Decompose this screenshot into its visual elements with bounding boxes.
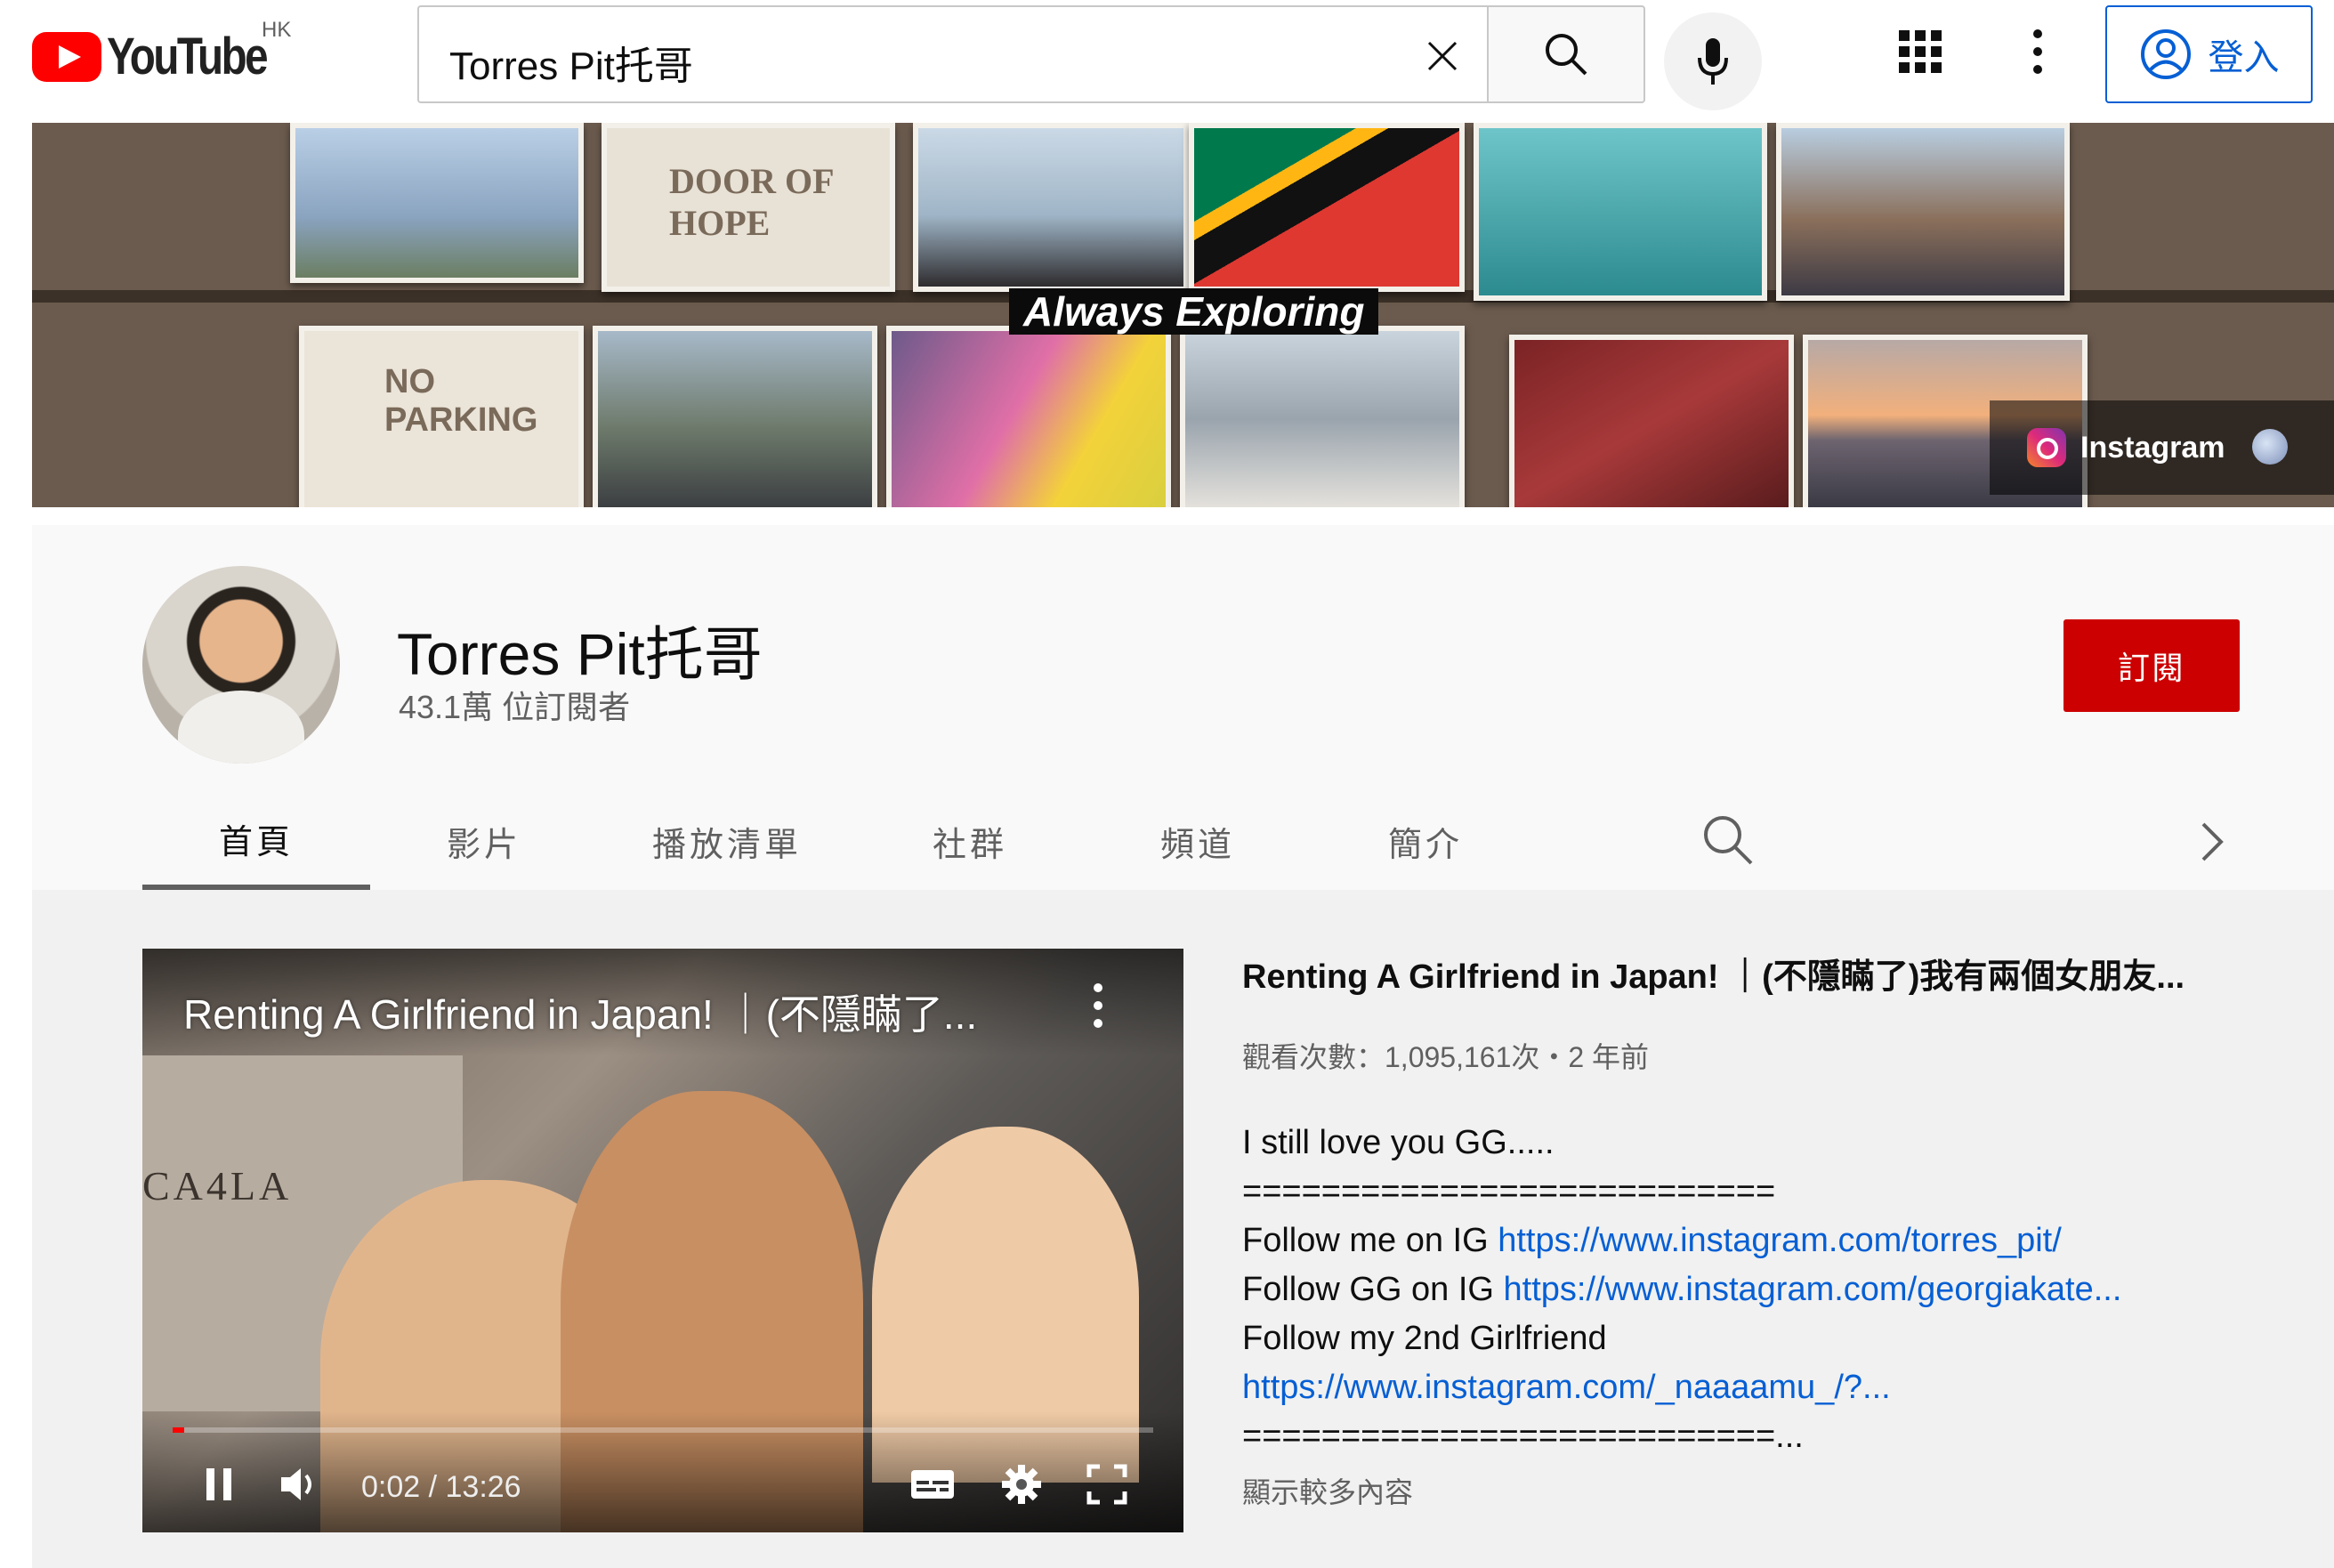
desc-line: Follow me on IG https://www.instagram.co…	[1242, 1216, 2274, 1265]
sign-in-label: 登入	[2208, 38, 2280, 77]
masthead: YouTube HK Torres Pit托哥 登入	[0, 0, 2334, 123]
tab-home[interactable]: 首頁	[142, 792, 370, 890]
desc-separator: ===========================...	[1242, 1418, 1804, 1455]
desc-text: Follow GG on IG	[1242, 1271, 1504, 1308]
tab-community[interactable]: 社群	[856, 792, 1084, 890]
channel-avatar[interactable]	[142, 566, 340, 764]
channel-tabs: 首頁 影片 播放清單 社群 頻道 簡介	[142, 792, 2278, 890]
captions-icon[interactable]	[908, 1459, 957, 1509]
banner-photo	[1189, 123, 1465, 292]
progress-bar[interactable]	[173, 1427, 1153, 1433]
chevron-right-icon[interactable]	[2189, 817, 2233, 867]
desc-line: I still love you GG.....	[1242, 1124, 1555, 1161]
banner-photo: DOOR OF HOPE	[602, 123, 895, 292]
time-display: 0:02 / 13:26	[361, 1470, 521, 1504]
banner-photo	[593, 326, 877, 507]
channel-name: Torres Pit托哥	[397, 621, 763, 687]
show-more-button[interactable]: 顯示較多內容	[1242, 1470, 2274, 1511]
search-input[interactable]: Torres Pit托哥	[417, 5, 1488, 103]
instagram-link[interactable]: Instagram	[1990, 400, 2334, 495]
mic-icon	[1698, 38, 1728, 85]
player-title[interactable]: Renting A Girlfriend in Japan! ｜(不隱瞞了...	[183, 982, 977, 1041]
search-icon	[1546, 34, 1587, 76]
banner-photo	[913, 123, 1189, 292]
banner-photo-text: DOOR OF HOPE	[669, 161, 834, 243]
instagram-link-label: Instagram	[2080, 430, 2225, 465]
voice-search-button[interactable]	[1664, 12, 1762, 110]
search-button[interactable]	[1487, 5, 1645, 103]
video-info: Renting A Girlfriend in Japan! ｜(不隱瞞了)我有…	[1242, 949, 2274, 1511]
more-vert-icon[interactable]	[2020, 25, 2055, 78]
banner-photo	[1474, 123, 1767, 301]
banner-photo	[1509, 335, 1794, 507]
banner-photo-text: NO PARKING	[384, 363, 538, 439]
featured-section: CA4LA Renting A Girlfriend in Japan! ｜(不…	[32, 890, 2334, 1568]
video-title[interactable]: Renting A Girlfriend in Japan! ｜(不隱瞞了)我有…	[1242, 949, 2274, 998]
desc-link[interactable]: https://www.instagram.com/georgiakate...	[1504, 1271, 2122, 1308]
volume-icon[interactable]	[278, 1459, 320, 1509]
logo-text: YouTube	[107, 28, 269, 85]
search-value: Torres Pit托哥	[449, 44, 693, 88]
desc-line: https://www.instagram.com/_naaaamu_/?...	[1242, 1363, 2274, 1412]
video-meta: 觀看次數：1,095,161次・2 年前	[1242, 1041, 1650, 1073]
channel-search-icon[interactable]	[1698, 810, 1760, 872]
fullscreen-icon[interactable]	[1082, 1459, 1132, 1509]
channel-header: Torres Pit托哥 43.1萬 位訂閱者 訂閱 首頁 影片 播放清單 社群…	[32, 525, 2334, 890]
banner-photo	[1776, 123, 2070, 301]
tab-videos[interactable]: 影片	[370, 792, 598, 890]
desc-link[interactable]: https://www.instagram.com/_naaaamu_/?...	[1242, 1369, 1891, 1406]
clear-icon[interactable]	[1420, 34, 1465, 78]
subscriber-count: 43.1萬 位訂閱者	[399, 689, 631, 725]
sign-in-button[interactable]: 登入	[2105, 5, 2313, 103]
video-player[interactable]: CA4LA Renting A Girlfriend in Japan! ｜(不…	[142, 949, 1183, 1532]
desc-separator: ===========================	[1242, 1173, 1776, 1210]
instagram-icon	[2027, 428, 2066, 467]
banner-photo	[1180, 326, 1465, 507]
settings-icon[interactable]	[997, 1459, 1046, 1509]
more-vert-icon[interactable]	[1089, 979, 1107, 1032]
tab-channels[interactable]: 頻道	[1084, 792, 1312, 890]
account-icon	[2140, 29, 2191, 79]
desc-line: Follow my 2nd Girlfriend	[1242, 1320, 1607, 1357]
banner-tagline: Always Exploring	[1009, 288, 1379, 335]
store-sign: CA4LA	[142, 1163, 293, 1208]
apps-grid-icon[interactable]	[1895, 27, 1945, 77]
banner-photo: NO PARKING	[299, 326, 584, 507]
region-code: HK	[262, 18, 292, 42]
subscribe-button[interactable]: 訂閱	[2063, 619, 2240, 712]
banner-photo	[290, 123, 584, 283]
globe-icon[interactable]	[2252, 429, 2288, 465]
channel-banner: DOOR OF HOPE NO PARKING Always Exploring…	[32, 123, 2334, 507]
banner-photo	[886, 326, 1171, 507]
desc-text: Follow me on IG	[1242, 1222, 1498, 1259]
progress-fill	[173, 1427, 185, 1433]
desc-link[interactable]: https://www.instagram.com/torres_pit/	[1498, 1222, 2062, 1259]
youtube-logo-icon	[32, 31, 101, 82]
tab-about[interactable]: 簡介	[1312, 792, 1539, 890]
video-description: I still love you GG..... ===============…	[1242, 1119, 2274, 1461]
desc-line: Follow GG on IG https://www.instagram.co…	[1242, 1265, 2274, 1314]
tab-playlists[interactable]: 播放清單	[598, 792, 856, 890]
pause-icon[interactable]	[201, 1459, 237, 1509]
